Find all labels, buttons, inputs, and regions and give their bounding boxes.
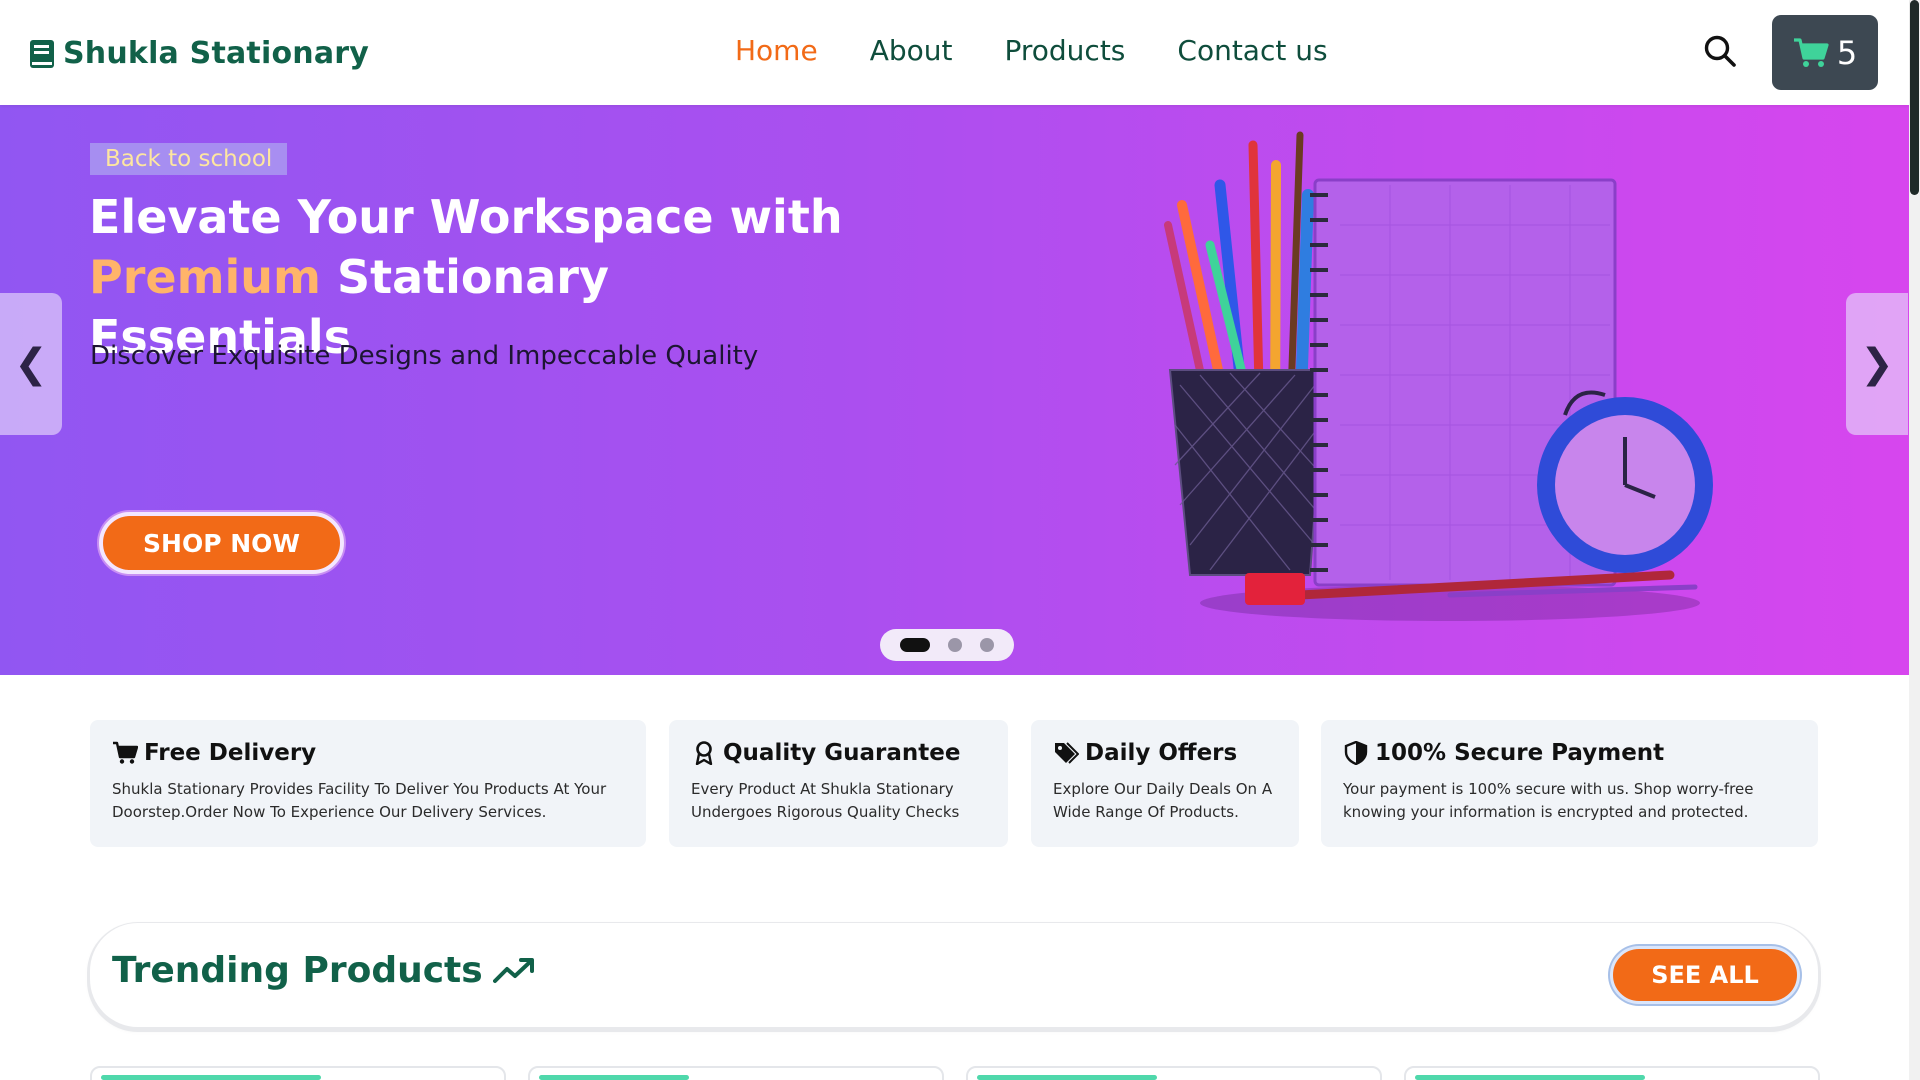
hero-badge: Back to school [90, 143, 288, 175]
hero-title: Elevate Your Workspace with Premium Stat… [89, 187, 849, 367]
product-card[interactable] [966, 1066, 1382, 1080]
nav-products[interactable]: Products [1004, 34, 1125, 67]
cart-icon [113, 741, 138, 764]
carousel-dot-1[interactable] [900, 638, 930, 652]
feature-free-delivery: Free Delivery Shukla Stationary Provides… [90, 720, 646, 847]
product-card[interactable] [90, 1066, 506, 1080]
feature-quality-guarantee: Quality Guarantee Every Product At Shukl… [669, 720, 1008, 847]
carousel-next-button[interactable]: ❯ [1846, 293, 1908, 435]
feature-title: Quality Guarantee [723, 740, 961, 766]
nav-about[interactable]: About [870, 34, 953, 67]
feature-title: Daily Offers [1085, 740, 1238, 766]
feature-title: Free Delivery [144, 740, 317, 766]
brand-name: Shukla Stationary [63, 36, 370, 71]
product-card[interactable] [528, 1066, 944, 1080]
trending-title: Trending Products [112, 950, 535, 991]
product-card-badge [539, 1075, 689, 1080]
nav-contact[interactable]: Contact us [1177, 34, 1327, 67]
book-icon [30, 39, 54, 68]
feature-description: Every Product At Shukla Stationary Under… [691, 780, 960, 821]
cart-button[interactable]: 5 [1772, 15, 1878, 90]
product-card-badge [1415, 1075, 1645, 1080]
product-card[interactable] [1404, 1066, 1820, 1080]
trending-up-icon [492, 957, 534, 983]
hero-subtitle: Discover Exquisite Designs and Impeccabl… [90, 341, 759, 371]
feature-heading: Quality Guarantee [691, 740, 986, 766]
hero-title-accent: Premium [89, 250, 321, 304]
shield-icon [1344, 741, 1368, 765]
main-nav: Home About Products Contact us [735, 34, 1328, 67]
feature-heading: 100% Secure Payment [1343, 740, 1796, 766]
stationery-illustration [1164, 131, 1713, 621]
feature-secure-payment: 100% Secure Payment Your payment is 100%… [1321, 720, 1818, 847]
cart-icon [1793, 37, 1829, 67]
feature-description: Your payment is 100% secure with us. Sho… [1343, 780, 1754, 821]
shop-now-button[interactable]: SHOP NOW [99, 512, 344, 574]
feature-heading: Free Delivery [112, 740, 624, 766]
carousel-prev-button[interactable]: ❮ [0, 293, 62, 435]
feature-daily-offers: Daily Offers Explore Our Daily Deals On … [1031, 720, 1299, 847]
product-card-badge [977, 1075, 1157, 1080]
carousel-dots [880, 629, 1014, 661]
award-icon [695, 741, 713, 765]
feature-description: Shukla Stationary Provides Facility To D… [112, 780, 607, 821]
hero-title-line1: Elevate Your Workspace with [89, 190, 843, 244]
brand-logo[interactable]: Shukla Stationary [29, 36, 369, 71]
nav-home[interactable]: Home [735, 34, 818, 67]
carousel-dot-2[interactable] [948, 638, 962, 652]
trending-title-text: Trending Products [112, 950, 483, 991]
feature-title: 100% Secure Payment [1375, 740, 1665, 766]
see-all-button[interactable]: SEE ALL [1610, 946, 1800, 1004]
feature-heading: Daily Offers [1053, 740, 1277, 766]
tags-icon [1055, 742, 1079, 764]
search-icon[interactable] [1703, 34, 1737, 68]
scrollbar-thumb[interactable] [1910, 0, 1919, 195]
site-header: Shukla Stationary Home About Products Co… [0, 0, 1909, 105]
chevron-right-icon: ❯ [1860, 341, 1894, 387]
product-card-badge [101, 1075, 321, 1080]
cart-count: 5 [1836, 33, 1858, 72]
chevron-left-icon: ❮ [14, 341, 48, 387]
hero-banner: Back to school Elevate Your Workspace wi… [0, 105, 1909, 675]
feature-description: Explore Our Daily Deals On A Wide Range … [1053, 780, 1273, 821]
carousel-dot-3[interactable] [980, 638, 994, 652]
